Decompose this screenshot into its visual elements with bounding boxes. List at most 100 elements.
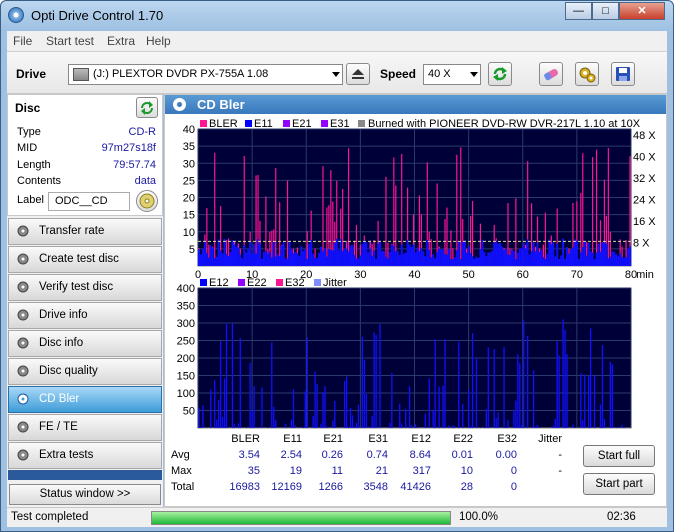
speed-label: Speed <box>380 67 417 81</box>
charts-area: 0 10 20 30 40 50 60 70 80 min510152025303540 BLER E… <box>177 118 657 432</box>
title-bar[interactable]: Opti Drive Control 1.70 — □ ✕ <box>1 1 673 31</box>
disc-type-label: Type <box>17 126 41 138</box>
stats-value: 8.64 <box>409 449 431 461</box>
disc-label-button[interactable] <box>136 190 158 212</box>
disc-length-label: Length <box>17 159 51 171</box>
nav-disc-quality[interactable]: Disc quality <box>8 358 162 385</box>
disc-label-field[interactable]: ODC__CD <box>48 192 130 211</box>
y-tick-label: 200 <box>177 353 195 365</box>
disc-label-label: Label <box>17 194 44 206</box>
legend-swatch <box>314 279 321 286</box>
stats-value: - <box>558 465 562 477</box>
chevron-down-icon <box>332 72 340 77</box>
status-bar: Test completed 100.0% 02:36 <box>7 507 667 527</box>
stats-header: E21 <box>323 433 343 445</box>
y-tick-label: 150 <box>177 371 195 383</box>
disc-contents-label: Contents <box>17 175 62 187</box>
main-panel: CD Bler 0 10 20 30 40 50 60 70 80 min 5 10 15 20 25 30 3… <box>164 94 667 507</box>
save-button[interactable] <box>611 62 635 86</box>
x-tick-label: 40 <box>408 269 420 281</box>
chevron-down-icon <box>470 72 478 77</box>
status-text: Test completed <box>11 511 89 523</box>
nav-cd-bler[interactable]: CD Bler <box>8 386 162 413</box>
refresh-icon <box>141 100 153 115</box>
stats-value: 3.54 <box>238 449 260 461</box>
nav-label: Disc info <box>39 337 84 349</box>
stats-value: - <box>558 449 562 461</box>
y-tick-label: 40 <box>183 124 195 136</box>
nav-label: CD Bler <box>39 393 80 405</box>
stats-header: E31 <box>368 433 388 445</box>
legend-label: E22 <box>247 277 267 289</box>
menu-extra[interactable]: Extra <box>107 34 135 48</box>
stats-value: 35 <box>247 465 260 477</box>
legend-swatch <box>321 120 328 127</box>
drive-label: Drive <box>16 67 47 81</box>
nav-label: Extra tests <box>39 449 94 461</box>
refresh-speed-button[interactable] <box>488 62 512 86</box>
nav-label: Drive info <box>39 309 88 321</box>
y-tick-label: 350 <box>177 301 195 313</box>
close-button[interactable]: ✕ <box>619 2 665 20</box>
x-unit-label: min <box>636 431 654 432</box>
eject-button[interactable] <box>346 63 370 85</box>
nav-disc-info[interactable]: Disc info <box>8 330 162 357</box>
nav-extra-tests[interactable]: Extra tests <box>8 442 162 469</box>
stats-value: 28 <box>460 481 473 493</box>
stats-value: 21 <box>375 465 388 477</box>
settings-button[interactable] <box>575 62 599 86</box>
stats-value: 16983 <box>229 481 260 493</box>
window-title: Opti Drive Control 1.70 <box>31 8 164 23</box>
stats-value: 19 <box>289 465 302 477</box>
nav-label: FE / TE <box>39 421 78 433</box>
x-unit-label: min <box>636 269 654 281</box>
start-part-button[interactable]: Start part <box>583 473 655 495</box>
disc-tools-icon <box>17 281 29 293</box>
legend-swatch <box>245 120 252 127</box>
disc-tools-icon <box>17 449 29 461</box>
nav-create-test-disc[interactable]: Create test disc <box>8 246 162 273</box>
drive-icon <box>73 68 89 81</box>
save-icon <box>616 67 630 81</box>
drive-select[interactable]: (J:) PLEXTOR DVDR PX-755A 1.08 <box>68 64 343 85</box>
status-window-button[interactable]: Status window >> <box>9 484 161 505</box>
legend-label: E11 <box>254 118 273 130</box>
stats-value: 12169 <box>271 481 302 493</box>
disc-mid-label: MID <box>17 142 38 154</box>
nav-drive-info[interactable]: Drive info <box>8 302 162 329</box>
start-full-button[interactable]: Start full <box>583 445 655 467</box>
nav-label: Transfer rate <box>39 225 105 237</box>
erase-button[interactable] <box>539 62 563 86</box>
chart: 01020304050607080min50100150200250300350… <box>177 277 654 432</box>
speed-tick-label: 32 X <box>633 173 656 185</box>
nav-transfer-rate[interactable]: Transfer rate <box>8 218 162 245</box>
menu-start-test[interactable]: Start test <box>46 34 94 48</box>
legend-swatch <box>200 279 207 286</box>
disc-refresh-button[interactable] <box>136 97 158 118</box>
panel-title: CD Bler <box>197 97 245 112</box>
nav-label: Create test disc <box>39 253 119 265</box>
stats-row-label: Avg <box>171 449 190 461</box>
maximize-button[interactable]: □ <box>592 2 619 20</box>
menu-help[interactable]: Help <box>146 34 171 48</box>
progress-text: 100.0% <box>459 511 499 523</box>
minimize-button[interactable]: — <box>565 2 592 20</box>
sidebar: Disc Type CD-R MID 97m27s18f Length 79:5… <box>7 94 163 507</box>
progress-bar <box>151 511 451 525</box>
stats-value: 2.54 <box>280 449 302 461</box>
stats-value: 10 <box>460 465 473 477</box>
disc-panel-title: Disc <box>15 101 41 115</box>
drive-select-value: (J:) PLEXTOR DVDR PX-755A 1.08 <box>93 68 269 80</box>
y-tick-label: 15 <box>183 210 195 222</box>
nav-verify-test-disc[interactable]: Verify test disc <box>8 274 162 301</box>
stats-value: 0.26 <box>321 449 343 461</box>
speed-select[interactable]: 40 X <box>423 64 481 85</box>
menu-file[interactable]: File <box>13 34 32 48</box>
gears-icon <box>579 67 596 83</box>
legend-label: Jitter <box>323 277 347 289</box>
nav-fe-te[interactable]: FE / TE <box>8 414 162 441</box>
stats-header: BLER <box>231 433 260 445</box>
x-tick-label: 60 <box>517 269 529 281</box>
y-tick-label: 50 <box>183 406 195 418</box>
y-tick-label: 300 <box>177 318 195 330</box>
